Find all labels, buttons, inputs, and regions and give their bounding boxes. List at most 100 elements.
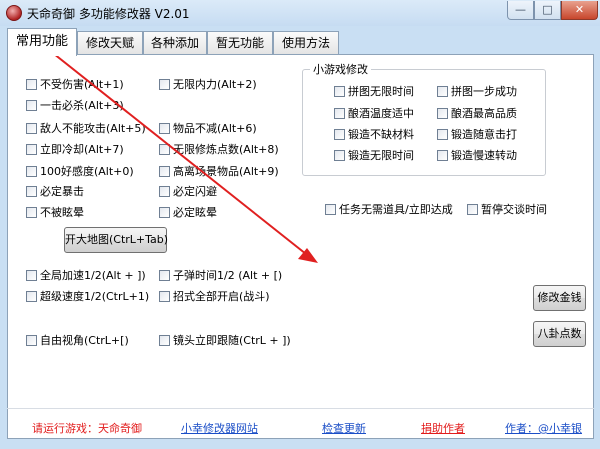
window-title: 天命奇御 多功能修改器 V2.01: [27, 7, 190, 21]
checkbox-no-stun[interactable]: 不被眩晕: [26, 204, 84, 220]
checkbox-label: 物品不减(Alt+6): [173, 122, 257, 135]
checkbox-icon: [437, 107, 448, 119]
checkbox-label: 全局加速1/2(Alt + ]): [40, 269, 146, 282]
checkbox-icon: [26, 269, 37, 281]
checkbox-instant-cooldown[interactable]: 立即冷却(Alt+7): [26, 141, 124, 157]
checkbox-icon: [467, 203, 478, 215]
checkbox-forge-materials[interactable]: 锻造不缺材料: [334, 126, 414, 142]
checkbox-label: 必定眩晕: [173, 206, 217, 219]
checkbox-label: 拼图一步成功: [451, 85, 517, 98]
checkbox-icon: [334, 107, 345, 119]
open-big-map-button[interactable]: 开大地图(CtrL+Tab): [64, 227, 168, 253]
checkbox-icon: [26, 122, 37, 134]
minimize-button[interactable]: —: [507, 1, 534, 20]
check-update-link[interactable]: 检查更新: [322, 420, 366, 436]
checkbox-icon: [159, 290, 170, 302]
checkbox-icon: [159, 206, 170, 218]
checkbox-max-favor[interactable]: 100好感度(Alt+0): [26, 163, 134, 179]
checkbox-global-speed[interactable]: 全局加速1/2(Alt + ]): [26, 267, 146, 283]
checkbox-icon: [159, 269, 170, 281]
checkbox-label: 子弹时间1/2 (Alt + [): [173, 269, 283, 282]
tab-no-function[interactable]: 暂无功能: [207, 31, 273, 55]
checkbox-icon: [437, 128, 448, 140]
close-button[interactable]: ✕: [561, 1, 598, 20]
checkbox-items-no-decrease[interactable]: 物品不减(Alt+6): [159, 120, 257, 136]
main-panel: 不受伤害(Alt+1) 一击必杀(Alt+3) 敌人不能攻击(Alt+5) 立即…: [7, 54, 594, 439]
checkbox-infinite-training[interactable]: 无限修炼点数(Alt+8): [159, 141, 279, 157]
checkbox-puzzle-infinite-time[interactable]: 拼图无限时间: [334, 83, 414, 99]
checkbox-label: 必定闪避: [173, 185, 217, 198]
checkbox-always-crit[interactable]: 必定暴击: [26, 183, 84, 199]
checkbox-scene-items[interactable]: 高离场景物品(Alt+9): [159, 163, 279, 179]
checkbox-label: 酿酒温度适中: [348, 107, 414, 120]
checkbox-icon: [26, 143, 37, 155]
author-link[interactable]: 作者：@小幸银: [505, 420, 582, 436]
checkbox-label: 不受伤害(Alt+1): [40, 78, 124, 91]
checkbox-icon: [159, 185, 170, 197]
checkbox-label: 超级速度1/2(CtrL+1): [40, 290, 150, 303]
checkbox-label: 必定暴击: [40, 185, 84, 198]
checkbox-label: 酿酒最高品质: [451, 107, 517, 120]
checkbox-bullet-time[interactable]: 子弹时间1/2 (Alt + [): [159, 267, 282, 283]
checkbox-camera-follow[interactable]: 镜头立即跟随(CtrL + ]): [159, 332, 291, 348]
tab-usage[interactable]: 使用方法: [273, 31, 339, 55]
checkbox-icon: [26, 165, 37, 177]
site-link[interactable]: 小幸修改器网站: [181, 420, 258, 436]
checkbox-icon: [159, 122, 170, 134]
title-bar[interactable]: 天命奇御 多功能修改器 V2.01 — □ ✕: [0, 0, 600, 26]
checkbox-label: 100好感度(Alt+0): [40, 165, 134, 178]
checkbox-icon: [437, 149, 448, 161]
app-icon: [6, 5, 22, 21]
checkbox-icon: [159, 78, 170, 90]
checkbox-label: 无限内力(Alt+2): [173, 78, 257, 91]
bagua-points-button[interactable]: 八卦点数: [533, 321, 586, 347]
tab-add-items[interactable]: 各种添加: [143, 31, 207, 55]
checkbox-pause-dialog[interactable]: 暂停交谈时间: [467, 201, 547, 217]
checkbox-icon: [159, 143, 170, 155]
checkbox-quest-no-items[interactable]: 任务无需道具/立即达成: [325, 201, 453, 217]
checkbox-label: 暂停交谈时间: [481, 203, 547, 216]
checkbox-super-speed[interactable]: 超级速度1/2(CtrL+1): [26, 288, 149, 304]
modify-money-button[interactable]: 修改金钱: [533, 285, 586, 311]
checkbox-icon: [159, 165, 170, 177]
checkbox-always-stun[interactable]: 必定眩晕: [159, 204, 217, 220]
checkbox-enemy-no-attack[interactable]: 敌人不能攻击(Alt+5): [26, 120, 146, 136]
checkbox-label: 一击必杀(Alt+3): [40, 99, 124, 112]
checkbox-label: 高离场景物品(Alt+9): [173, 165, 279, 178]
checkbox-label: 锻造不缺材料: [348, 128, 414, 141]
maximize-button[interactable]: □: [534, 1, 561, 20]
checkbox-one-hit-kill[interactable]: 一击必杀(Alt+3): [26, 97, 124, 113]
checkbox-icon: [26, 99, 37, 111]
checkbox-forge-free-strike[interactable]: 锻造随意击打: [437, 126, 517, 142]
tab-talent[interactable]: 修改天赋: [77, 31, 143, 55]
checkbox-label: 锻造随意击打: [451, 128, 517, 141]
checkbox-icon: [325, 203, 336, 215]
checkbox-label: 锻造无限时间: [348, 149, 414, 162]
checkbox-label: 拼图无限时间: [348, 85, 414, 98]
checkbox-label: 不被眩晕: [40, 206, 84, 219]
tab-common[interactable]: 常用功能: [7, 28, 77, 56]
checkbox-label: 锻造慢速转动: [451, 149, 517, 162]
checkbox-icon: [26, 290, 37, 302]
checkbox-no-damage[interactable]: 不受伤害(Alt+1): [26, 76, 124, 92]
checkbox-puzzle-one-step[interactable]: 拼图一步成功: [437, 83, 517, 99]
checkbox-free-camera[interactable]: 自由视角(CtrL+[): [26, 332, 129, 348]
donate-link[interactable]: 捐助作者: [421, 420, 465, 436]
checkbox-always-dodge[interactable]: 必定闪避: [159, 183, 217, 199]
run-game-status: 请运行游戏：天命奇御: [32, 422, 142, 435]
checkbox-label: 立即冷却(Alt+7): [40, 143, 124, 156]
checkbox-label: 无限修炼点数(Alt+8): [173, 143, 279, 156]
checkbox-label: 招式全部开启(战斗): [173, 290, 270, 303]
checkbox-brew-temperature[interactable]: 酿酒温度适中: [334, 105, 414, 121]
checkbox-forge-infinite-time[interactable]: 锻造无限时间: [334, 147, 414, 163]
checkbox-icon: [159, 334, 170, 346]
checkbox-icon: [26, 206, 37, 218]
checkbox-unlock-all-skills[interactable]: 招式全部开启(战斗): [159, 288, 270, 304]
checkbox-icon: [26, 185, 37, 197]
checkbox-forge-slow-spin[interactable]: 锻造慢速转动: [437, 147, 517, 163]
checkbox-label: 自由视角(CtrL+[): [40, 334, 129, 347]
checkbox-brew-top-quality[interactable]: 酿酒最高品质: [437, 105, 517, 121]
checkbox-infinite-mana[interactable]: 无限内力(Alt+2): [159, 76, 257, 92]
footer: 请运行游戏：天命奇御 小幸修改器网站 检查更新 捐助作者 作者：@小幸银: [7, 408, 594, 438]
checkbox-label: 镜头立即跟随(CtrL + ]): [173, 334, 291, 347]
